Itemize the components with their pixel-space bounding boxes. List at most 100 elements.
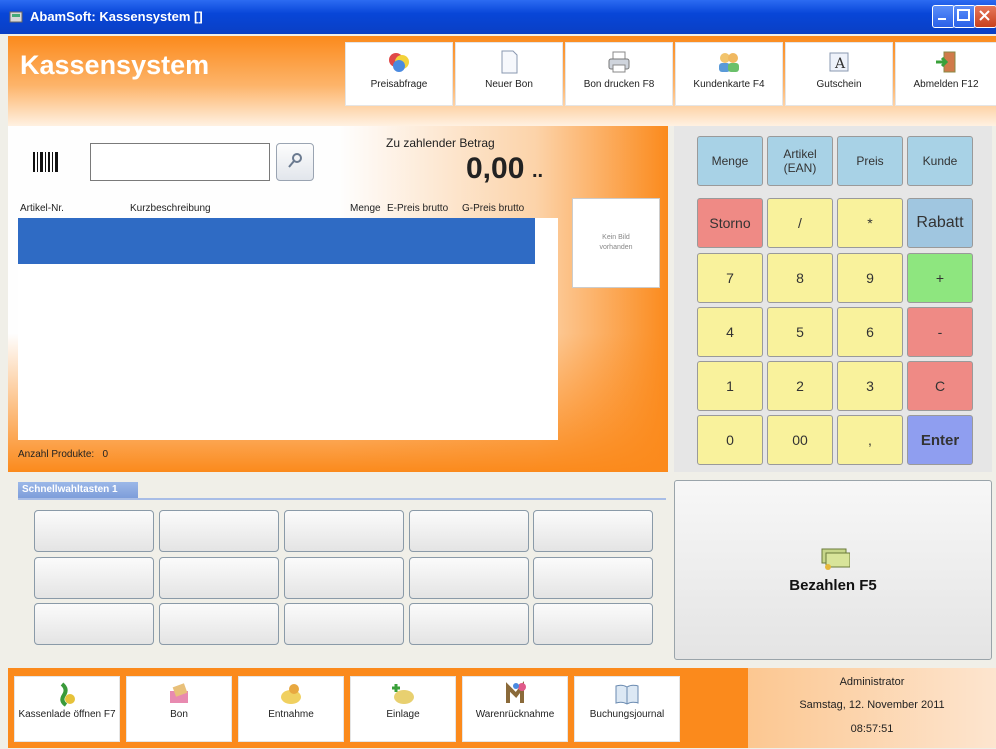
pay-button-label: Bezahlen F5 [789,577,877,594]
logout-button[interactable]: Abmelden F12 [895,42,996,106]
key-7[interactable]: 7 [697,253,763,303]
key-customer[interactable]: Kunde [907,136,973,186]
key-clear[interactable]: C [907,361,973,411]
quick-key-11[interactable] [34,603,154,645]
quick-key-5[interactable] [533,510,653,552]
column-header-description: Kurzbeschreibung [130,203,211,214]
current-user: Administrator [839,676,905,688]
logout-icon [936,51,956,73]
key-8[interactable]: 8 [767,253,833,303]
receipt-label: Bon [170,709,188,720]
key-multiply[interactable]: * [837,198,903,248]
key-cancel[interactable]: Storno [697,198,763,248]
print-receipt-button[interactable]: Bon drucken F8 [565,42,673,106]
quick-key-14[interactable] [409,603,529,645]
price-query-icon [389,53,409,72]
key-0[interactable]: 0 [697,415,763,465]
maximize-icon [957,9,970,21]
key-1[interactable]: 1 [697,361,763,411]
key-9[interactable]: 9 [837,253,903,303]
deposit-label: Einlage [386,709,420,720]
quick-key-7[interactable] [159,557,279,599]
return-icon [506,681,526,703]
header: Kassensystem Preisabfrage Neuer Bon Bon … [8,36,996,126]
maximize-button[interactable] [953,5,976,28]
key-quantity[interactable]: Menge [697,136,763,186]
table-row-selected[interactable] [18,218,535,264]
pay-button[interactable]: Bezahlen F5 [674,480,992,660]
open-cash-drawer-button[interactable]: Kassenlade öffnen F7 [14,676,120,742]
quick-key-15[interactable] [533,603,653,645]
close-icon [979,10,990,21]
tab-underline [18,498,666,500]
key-article-ean[interactable]: Artikel (EAN) [767,136,833,186]
key-discount[interactable]: Rabatt [907,198,973,248]
quick-key-9[interactable] [409,557,529,599]
key-enter[interactable]: Enter [907,415,973,465]
key-plus[interactable]: + [907,253,973,303]
status-panel: Administrator Samstag, 12. November 2011… [748,668,996,748]
no-image-text-1: Kein Bild [602,234,630,241]
new-receipt-label: Neuer Bon [485,79,533,90]
goods-return-label: Warenrücknahme [475,709,555,720]
price-query-label: Preisabfrage [370,79,428,90]
quick-key-3[interactable] [284,510,404,552]
logout-label: Abmelden F12 [913,79,979,90]
voucher-label: Gutschein [816,79,862,90]
print-receipt-label: Bon drucken F8 [583,79,655,90]
key-divide[interactable]: / [767,198,833,248]
column-header-total-price: G-Preis brutto [462,203,525,214]
window-titlebar: AbamSoft: Kassensystem [] [0,0,996,34]
money-icon [821,548,850,570]
price-query-button[interactable]: Preisabfrage [345,42,453,106]
key-00[interactable]: 00 [767,415,833,465]
key-6[interactable]: 6 [837,307,903,357]
booking-journal-button[interactable]: Buchungsjournal [574,676,680,742]
minimize-button[interactable] [932,5,955,28]
quick-key-8[interactable] [284,557,404,599]
footer: Kassenlade öffnen F7 Bon Entnahme Einlag… [8,668,996,748]
key-3[interactable]: 3 [837,361,903,411]
amount-due-label: Zu zahlender Betrag [386,136,495,150]
app-icon [9,11,23,23]
no-image-text-2: vorhanden [599,244,633,251]
article-search-button[interactable] [276,143,314,181]
svg-text:A: A [834,56,846,72]
column-header-quantity: Menge [350,203,381,214]
withdrawal-button[interactable]: Entnahme [238,676,344,742]
quick-key-2[interactable] [159,510,279,552]
key-2[interactable]: 2 [767,361,833,411]
receipt-button[interactable]: Bon [126,676,232,742]
voucher-icon: A [829,52,849,72]
quick-key-12[interactable] [159,603,279,645]
deposit-button[interactable]: Einlage [350,676,456,742]
window-title: AbamSoft: Kassensystem [] [30,9,203,24]
goods-return-button[interactable]: Warenrücknahme [462,676,568,742]
quick-key-4[interactable] [409,510,529,552]
receipt-icon [170,683,188,703]
customer-card-button[interactable]: Kundenkarte F4 [675,42,783,106]
article-search-input[interactable] [90,143,270,181]
printer-icon [608,51,630,73]
barcode-icon [33,152,58,172]
key-price[interactable]: Preis [837,136,903,186]
customer-card-label: Kundenkarte F4 [693,79,765,90]
quick-key-1[interactable] [34,510,154,552]
voucher-button[interactable]: A Gutschein [785,42,893,106]
quick-key-6[interactable] [34,557,154,599]
key-minus[interactable]: - [907,307,973,357]
key-comma[interactable]: , [837,415,903,465]
new-receipt-button[interactable]: Neuer Bon [455,42,563,106]
booking-journal-label: Buchungsjournal [589,709,665,720]
close-button[interactable] [974,5,996,28]
current-time: 08:57:51 [850,723,894,735]
journal-icon [615,684,639,705]
amount-due-suffix: .. [532,160,544,182]
quick-key-13[interactable] [284,603,404,645]
key-5[interactable]: 5 [767,307,833,357]
new-document-icon [501,50,518,74]
withdrawal-label: Entnahme [268,709,314,720]
quick-key-10[interactable] [533,557,653,599]
product-count-value: 0 [102,449,109,460]
key-4[interactable]: 4 [697,307,763,357]
